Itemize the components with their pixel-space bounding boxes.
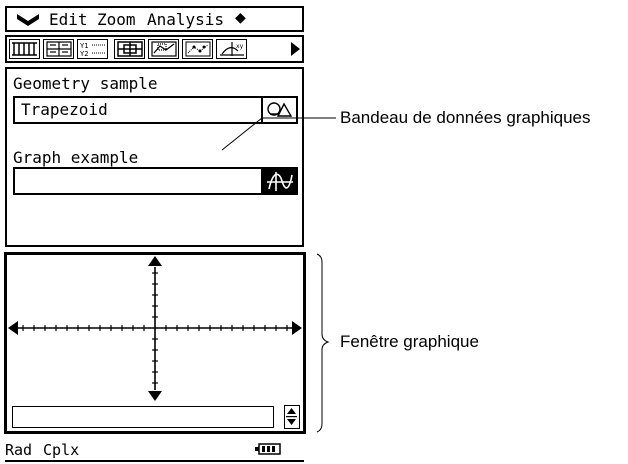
menu-bar: Edit Zoom Analysis ◆ — [5, 6, 304, 32]
graph-input-field[interactable] — [12, 406, 274, 428]
window-callout-label: Fenêtre graphique — [340, 332, 479, 351]
zoom-box-icon[interactable] — [114, 39, 145, 59]
svg-text:Y1: Y1 — [80, 42, 88, 50]
menu-edit[interactable]: Edit — [49, 10, 88, 30]
geometry-label: Geometry sample — [13, 74, 158, 93]
battery-icon — [255, 443, 281, 455]
svg-text:Y2: Y2 — [80, 50, 88, 57]
scatter-icon[interactable] — [182, 39, 213, 59]
toolbar: Y1 Y2 xy — [5, 35, 304, 63]
geometry-app-icon[interactable] — [261, 96, 298, 124]
svg-text:xy: xy — [236, 43, 244, 50]
eactivity-panel: Geometry sample Trapezoid Graph example — [5, 67, 304, 247]
graph-strip[interactable] — [13, 167, 298, 195]
strip-callout-label: Bandeau de données graphiques — [340, 108, 591, 127]
geometry-strip[interactable]: Trapezoid — [13, 96, 298, 124]
graph-app-icon[interactable] — [261, 167, 298, 195]
complex-mode[interactable]: Cplx — [43, 441, 79, 459]
table-icon[interactable] — [43, 39, 74, 59]
up-down-scroll-icon[interactable] — [284, 405, 300, 429]
toolbar-next-arrow-icon[interactable] — [288, 39, 302, 59]
conic-graph-icon[interactable]: xy — [216, 39, 247, 59]
graph-label: Graph example — [13, 148, 139, 167]
status-divider — [5, 460, 304, 462]
graph-window[interactable] — [4, 252, 306, 434]
matrix-editor-icon[interactable] — [9, 39, 40, 59]
menu-chevron-icon[interactable] — [15, 10, 41, 30]
zoom-auto-icon[interactable] — [148, 39, 179, 59]
geometry-strip-title: Trapezoid — [21, 100, 108, 119]
graph-axes[interactable] — [7, 255, 303, 403]
status-bar: Rad Cplx — [5, 438, 304, 462]
menu-more-diamond-icon[interactable]: ◆ — [235, 8, 246, 28]
angle-mode[interactable]: Rad — [5, 441, 32, 459]
menu-zoom[interactable]: Zoom — [97, 10, 136, 30]
menu-analysis[interactable]: Analysis — [147, 10, 224, 30]
graph-editor-icon[interactable]: Y1 Y2 — [77, 39, 108, 59]
